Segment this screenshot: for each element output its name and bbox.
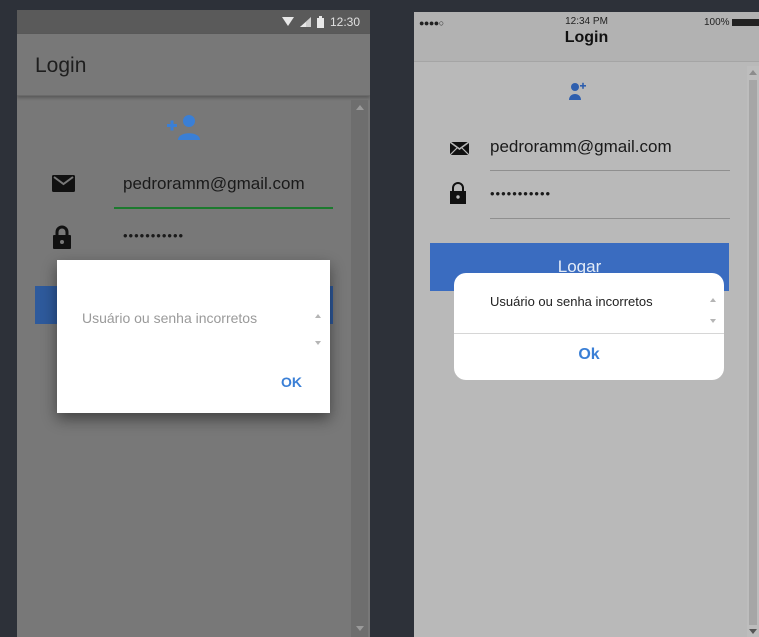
dialog-message: Usuário ou senha incorretos (82, 310, 258, 326)
email-field-underline (114, 207, 333, 209)
dialog-scrollbar[interactable] (313, 309, 325, 353)
battery-icon (732, 19, 759, 26)
add-user-icon (167, 115, 200, 140)
scroll-down-icon[interactable] (315, 341, 321, 345)
mail-icon (450, 142, 469, 155)
android-screen: 12:30 Login pedroramm@gmail.com ••••••••… (17, 10, 370, 637)
dialog-message: Usuário ou senha incorretos (490, 294, 653, 309)
android-status-bar: 12:30 (17, 10, 370, 34)
signal-icon (299, 17, 311, 27)
scroll-down-icon[interactable] (749, 629, 757, 634)
page-title: Login (35, 54, 87, 77)
password-field[interactable]: ••••••••••• (490, 186, 551, 201)
scroll-up-icon[interactable] (356, 105, 364, 110)
password-field-underline (490, 218, 730, 219)
add-user-icon (569, 82, 586, 100)
password-field[interactable]: ••••••••••• (123, 228, 184, 243)
android-status-time: 12:30 (329, 15, 360, 29)
scroll-down-icon[interactable] (710, 319, 716, 323)
android-scrollbar[interactable] (351, 100, 368, 637)
lock-icon (450, 182, 466, 204)
email-field-underline (490, 170, 730, 171)
dialog-divider (454, 333, 724, 334)
email-field[interactable]: pedroramm@gmail.com (123, 174, 305, 194)
scroll-up-icon[interactable] (315, 314, 321, 318)
scroll-up-icon[interactable] (749, 70, 757, 75)
email-field[interactable]: pedroramm@gmail.com (490, 137, 672, 157)
lock-icon (53, 225, 71, 249)
wifi-icon (281, 17, 294, 26)
ios-scrollbar[interactable] (747, 66, 759, 637)
android-toolbar: Login (17, 34, 370, 96)
error-dialog: Usuário ou senha incorretos Ok (454, 273, 724, 380)
battery-percentage: 100% (704, 17, 730, 28)
error-dialog: Usuário ou senha incorretos OK (57, 260, 330, 413)
scroll-up-icon[interactable] (710, 298, 716, 302)
battery-icon (316, 16, 324, 28)
scroll-down-icon[interactable] (356, 626, 364, 631)
page-title: Login (564, 29, 609, 46)
scrollbar-thumb[interactable] (749, 80, 757, 625)
ok-button[interactable]: Ok (454, 346, 724, 364)
ios-navigation-bar: ●●●●○ 12:34 PM 100% Login (414, 12, 759, 62)
ios-screen: ●●●●○ 12:34 PM 100% Login pedroramm@gmai… (414, 12, 759, 637)
mail-icon (52, 175, 75, 192)
ok-button[interactable]: OK (281, 374, 302, 390)
